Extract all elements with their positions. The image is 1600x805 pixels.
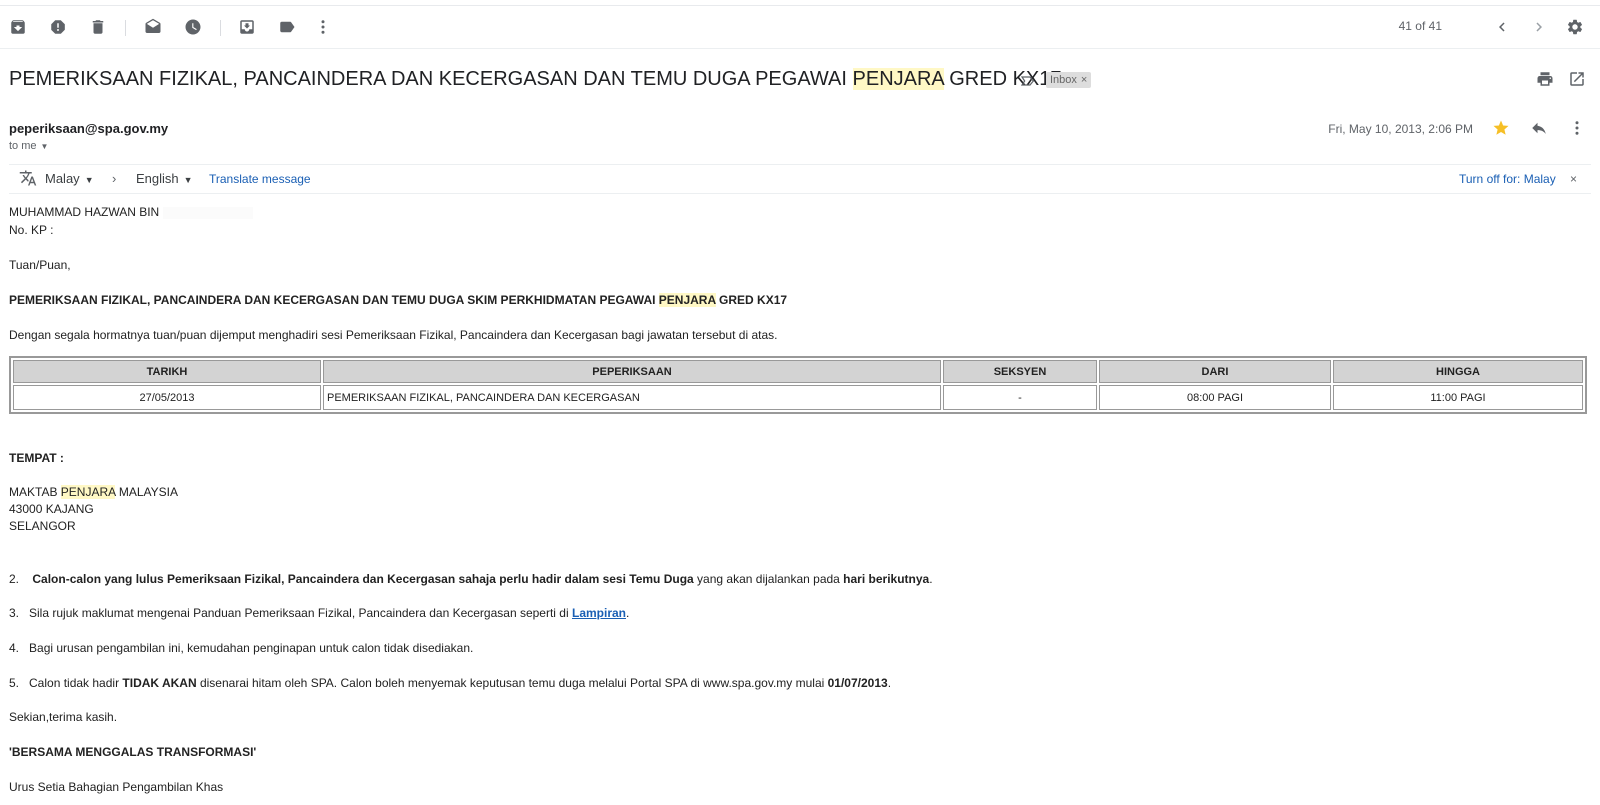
translate-arrow-icon: › xyxy=(112,171,117,186)
table-cell: - xyxy=(943,385,1097,410)
p5-bold: TIDAK AKAN xyxy=(122,676,197,690)
source-language-dropdown[interactable]: Malay ▼ xyxy=(45,171,94,186)
settings-gear-icon[interactable] xyxy=(1566,18,1584,36)
recipient-kp: No. KP : xyxy=(9,223,54,237)
p5-end: . xyxy=(887,676,892,690)
schedule-table: TARIKH PEPERIKSAAN SEKSYEN DARI HINGGA 2… xyxy=(9,356,1587,414)
pager-count: 41 of 41 xyxy=(1398,19,1442,33)
archive-icon[interactable] xyxy=(9,18,27,36)
paragraph-5: 5. Calon tidak hadir TIDAK AKAN disenara… xyxy=(9,676,891,690)
newer-chevron-icon[interactable] xyxy=(1493,18,1511,36)
redacted-area xyxy=(162,206,253,219)
recipient-toggle[interactable]: to me ▼ xyxy=(9,140,48,152)
table-cell: 27/05/2013 xyxy=(13,385,321,410)
signoff: Urus Setia Bahagian Pengambilan Khas xyxy=(9,780,224,794)
source-language-label: Malay xyxy=(45,171,80,186)
address-line-1: MAKTAB PENJARA MALAYSIA xyxy=(9,485,178,499)
p5-bold-date: 01/07/2013 xyxy=(827,676,888,690)
message-more-icon[interactable] xyxy=(1568,119,1586,137)
target-language-caret-icon: ▼ xyxy=(183,175,193,185)
heading-text-end: GRED KX17 xyxy=(715,293,788,307)
translate-icon xyxy=(19,169,37,187)
p5-text-mid: disenarai hitam oleh SPA. Calon boleh me… xyxy=(196,676,828,690)
recipient-name-text: MUHAMMAD HAZWAN BIN xyxy=(9,205,160,219)
p2-end: . xyxy=(929,572,933,586)
label-icon[interactable] xyxy=(278,18,296,36)
translate-message-link[interactable]: Translate message xyxy=(209,172,311,186)
table-row: 27/05/2013 PEMERIKSAAN FIZIKAL, PANCAIND… xyxy=(13,385,1583,410)
lampiran-link[interactable]: Lampiran xyxy=(572,606,626,620)
p2-text: yang akan dijalankan pada xyxy=(693,572,844,586)
important-marker-icon[interactable] xyxy=(1020,73,1036,89)
venue-label: TEMPAT : xyxy=(9,451,64,465)
table-header-row: TARIKH PEPERIKSAAN SEKSYEN DARI HINGGA xyxy=(13,360,1583,383)
email-subject: PEMERIKSAAN FIZIKAL, PANCAINDERA DAN KEC… xyxy=(9,68,1062,91)
table-header: PEPERIKSAAN xyxy=(323,360,941,383)
inbox-label: Inbox xyxy=(1050,74,1077,86)
heading-highlight: PENJARA xyxy=(658,293,716,307)
paragraph-3: 3. Sila rujuk maklumat mengenai Panduan … xyxy=(9,606,629,620)
table-cell: 11:00 PAGI xyxy=(1333,385,1583,410)
address-text: MAKTAB xyxy=(9,485,61,499)
address-highlight: PENJARA xyxy=(60,485,116,499)
p2-bold-2: hari berikutnya xyxy=(843,572,930,586)
toolbar-divider xyxy=(125,20,126,36)
address-line-2: 43000 KAJANG xyxy=(9,502,94,516)
open-new-window-icon[interactable] xyxy=(1568,70,1586,88)
recipient-caret-icon[interactable]: ▼ xyxy=(41,142,49,151)
report-spam-icon[interactable] xyxy=(49,18,67,36)
move-to-icon[interactable] xyxy=(238,18,256,36)
table-header: HINGGA xyxy=(1333,360,1583,383)
print-icon[interactable] xyxy=(1536,70,1554,88)
letter-heading: PEMERIKSAAN FIZIKAL, PANCAINDERA DAN KEC… xyxy=(9,293,787,307)
target-language-label: English xyxy=(136,171,179,186)
paragraph-4: 4. Bagi urusan pengambilan ini, kemudaha… xyxy=(9,641,474,655)
table-header: SEKSYEN xyxy=(943,360,1097,383)
source-language-caret-icon: ▼ xyxy=(84,175,94,185)
older-chevron-icon[interactable] xyxy=(1530,18,1548,36)
p3-text: 3. Sila rujuk maklumat mengenai Panduan … xyxy=(9,606,572,620)
p3-end: . xyxy=(626,606,630,620)
recipient-name: MUHAMMAD HAZWAN BIN xyxy=(9,205,253,219)
table-cell: PEMERIKSAAN FIZIKAL, PANCAINDERA DAN KEC… xyxy=(323,385,941,410)
delete-icon[interactable] xyxy=(89,18,107,36)
intro-paragraph: Dengan segala hormatnya tuan/puan dijemp… xyxy=(9,328,778,342)
toolbar-divider xyxy=(220,20,221,36)
subject-highlight: PENJARA xyxy=(852,68,944,90)
top-border xyxy=(0,0,1600,6)
translate-bar: Malay ▼ › English ▼ Translate message Turn… xyxy=(9,164,1591,194)
snooze-icon[interactable] xyxy=(184,18,202,36)
target-language-dropdown[interactable]: English ▼ xyxy=(136,171,193,186)
turn-off-translation-link[interactable]: Turn off for: Malay xyxy=(1459,172,1556,186)
greeting: Tuan/Puan, xyxy=(9,258,71,272)
star-icon[interactable] xyxy=(1492,119,1510,137)
subject-text: PEMERIKSAAN FIZIKAL, PANCAINDERA DAN KEC… xyxy=(9,68,853,90)
closing: Sekian,terima kasih. xyxy=(9,710,118,724)
reply-icon[interactable] xyxy=(1530,119,1548,137)
more-icon[interactable] xyxy=(314,18,332,36)
table-cell: 08:00 PAGI xyxy=(1099,385,1331,410)
table-header: TARIKH xyxy=(13,360,321,383)
subject-text-end: GRED KX17 xyxy=(943,68,1062,90)
email-date: Fri, May 10, 2013, 2:06 PM xyxy=(1328,122,1473,136)
heading-text: PEMERIKSAAN FIZIKAL, PANCAINDERA DAN KEC… xyxy=(9,293,659,307)
paragraph-2: 2. Calon-calon yang lulus Pemeriksaan Fi… xyxy=(9,572,933,586)
remove-label-icon[interactable]: × xyxy=(1081,74,1087,86)
mark-unread-icon[interactable] xyxy=(144,18,162,36)
motto: 'BERSAMA MENGGALAS TRANSFORMASI' xyxy=(9,745,257,759)
p2-number: 2. xyxy=(9,572,20,586)
table-header: DARI xyxy=(1099,360,1331,383)
address-text-end: MALAYSIA xyxy=(115,485,178,499)
p2-bold: Calon-calon yang lulus Pemeriksaan Fizik… xyxy=(32,572,694,586)
toolbar-divider-line xyxy=(0,48,1600,49)
p5-text: 5. Calon tidak hadir xyxy=(9,676,123,690)
message-toolbar: 41 of 41 xyxy=(0,8,1600,46)
sender-address[interactable]: peperiksaan@spa.gov.my xyxy=(9,121,168,136)
address-line-3: SELANGOR xyxy=(9,519,76,533)
recipient-label: to me xyxy=(9,140,37,152)
inbox-label-chip[interactable]: Inbox × xyxy=(1046,72,1092,88)
close-translate-bar-icon[interactable]: × xyxy=(1570,172,1577,186)
